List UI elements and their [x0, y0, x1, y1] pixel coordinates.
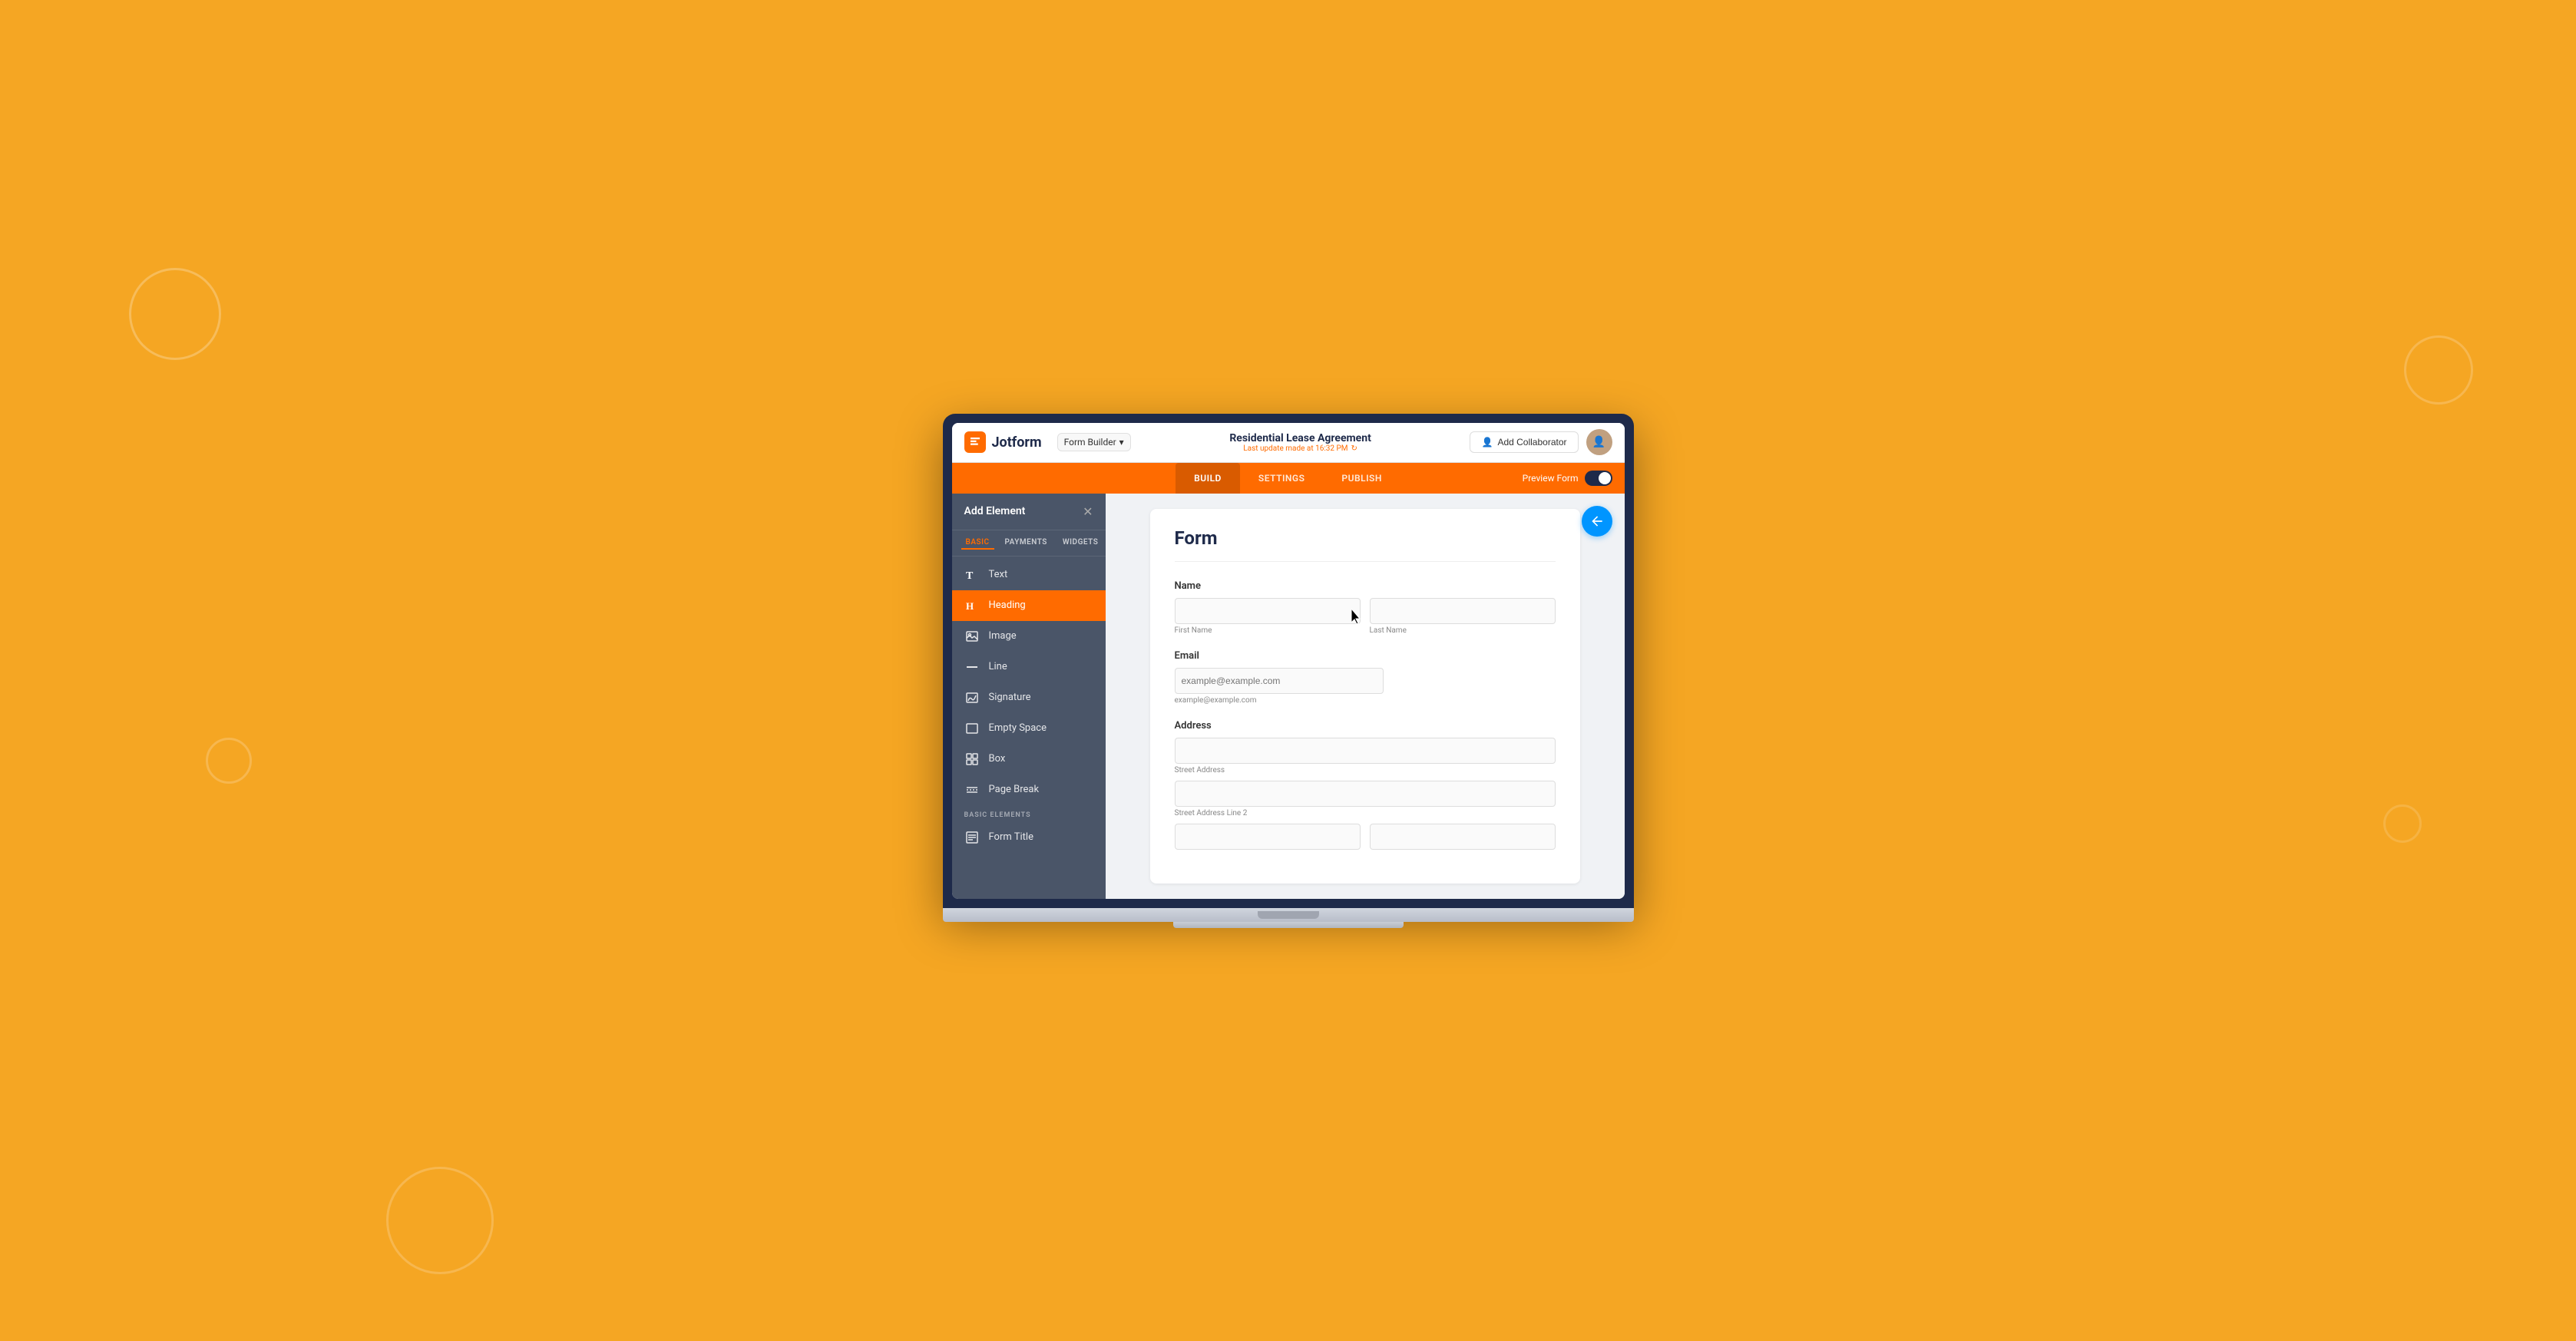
empty-space-icon [964, 721, 980, 736]
form-title-icon [964, 830, 980, 845]
text-icon: T [964, 567, 980, 583]
tab-publish[interactable]: PUBLISH [1323, 463, 1400, 494]
preview-toggle[interactable] [1585, 471, 1612, 486]
heading-label: Heading [989, 599, 1026, 611]
sidebar-item-page-break[interactable]: Page Break [952, 775, 1106, 805]
sidebar-item-form-title[interactable]: Form Title [952, 822, 1106, 853]
form-card: Form Name First Name [1150, 509, 1580, 884]
sidebar-item-empty-space[interactable]: Empty Space [952, 713, 1106, 744]
image-icon [964, 629, 980, 644]
avatar[interactable]: 👤 [1586, 429, 1612, 455]
laptop-base [943, 908, 1634, 922]
sidebar-item-heading[interactable]: H Heading [952, 590, 1106, 621]
sidebar-header: Add Element ✕ [952, 494, 1106, 530]
logo-area: Jotform Form Builder ▾ [964, 431, 1131, 453]
sidebar-items: T Text H Heading [952, 557, 1106, 856]
street-address-hint: Street Address [1175, 766, 1556, 775]
empty-space-label: Empty Space [989, 722, 1047, 734]
email-hint: example@example.com [1175, 696, 1556, 705]
first-name-input[interactable] [1175, 598, 1361, 624]
sidebar-tab-widgets[interactable]: WIDGETS [1058, 537, 1103, 550]
line-icon [964, 659, 980, 675]
navbar-center: Residential Lease Agreement Last update … [1131, 432, 1470, 453]
chevron-down-icon: ▾ [1119, 437, 1124, 448]
user-plus-icon: 👤 [1481, 437, 1493, 448]
first-name-field: First Name [1175, 598, 1361, 635]
preview-form-label: Preview Form [1523, 473, 1579, 484]
street-address-line2-input[interactable] [1175, 781, 1556, 807]
state-input[interactable] [1370, 824, 1556, 850]
sidebar-item-box[interactable]: Box [952, 744, 1106, 775]
box-label: Box [989, 753, 1006, 765]
navbar: Jotform Form Builder ▾ Residential Lease… [952, 423, 1625, 463]
logo-text: Jotform [992, 434, 1042, 451]
jotform-logo-icon [964, 431, 986, 453]
street-address-line2-field: Street Address Line 2 [1175, 781, 1556, 817]
form-canvas: Form Name First Name [1106, 494, 1625, 899]
page-break-icon [964, 782, 980, 798]
svg-text:H: H [966, 600, 974, 612]
address-field-group: Address Street Address Street Address Li… [1175, 720, 1556, 850]
name-row: First Name Last Name [1175, 598, 1556, 635]
form-builder-label: Form Builder [1064, 437, 1116, 448]
state-field [1370, 824, 1556, 850]
back-button[interactable] [1582, 506, 1612, 537]
email-field-group: Email example@example.com [1175, 650, 1556, 705]
page-break-label: Page Break [989, 784, 1040, 795]
sidebar-item-image[interactable]: Image [952, 621, 1106, 652]
street-address-field: Street Address [1175, 738, 1556, 775]
tab-build[interactable]: BUILD [1176, 463, 1240, 494]
form-builder-button[interactable]: Form Builder ▾ [1057, 433, 1131, 451]
close-icon[interactable]: ✕ [1083, 504, 1093, 519]
add-collaborator-button[interactable]: 👤 Add Collaborator [1470, 431, 1578, 453]
city-field [1175, 824, 1361, 850]
address-label: Address [1175, 720, 1556, 732]
first-name-hint: First Name [1175, 626, 1361, 635]
signature-icon [964, 690, 980, 705]
sidebar-item-line[interactable]: Line [952, 652, 1106, 682]
email-label: Email [1175, 650, 1556, 662]
image-label: Image [989, 630, 1017, 642]
sidebar-tabs: BASIC PAYMENTS WIDGETS [952, 530, 1106, 557]
name-label: Name [1175, 580, 1556, 592]
sidebar-item-text[interactable]: T Text [952, 560, 1106, 590]
last-name-hint: Last Name [1370, 626, 1556, 635]
last-update-text: Last update made at 16:32 PM ↻ [1131, 444, 1470, 453]
last-name-input[interactable] [1370, 598, 1556, 624]
line-label: Line [989, 661, 1007, 672]
tab-bar: BUILD SETTINGS PUBLISH Preview Form [952, 463, 1625, 494]
tab-settings[interactable]: SETTINGS [1240, 463, 1324, 494]
sidebar-title: Add Element [964, 505, 1026, 517]
navbar-right: 👤 Add Collaborator 👤 [1470, 429, 1612, 455]
laptop-stand [1173, 922, 1404, 928]
element-sidebar: Add Element ✕ BASIC PAYMENTS WIDGETS T [952, 494, 1106, 899]
section-label-basic: BASIC ELEMENTS [952, 805, 1106, 822]
name-field-group: Name First Name Last Name [1175, 580, 1556, 635]
last-name-field: Last Name [1370, 598, 1556, 635]
refresh-icon: ↻ [1351, 444, 1357, 453]
form-card-title: Form [1175, 527, 1556, 562]
text-label: Text [989, 569, 1008, 580]
form-title-nav: Residential Lease Agreement [1131, 432, 1470, 444]
sidebar-item-signature[interactable]: Signature [952, 682, 1106, 713]
svg-text:T: T [966, 570, 974, 581]
street-address-input[interactable] [1175, 738, 1556, 764]
email-input[interactable] [1175, 668, 1384, 694]
preview-form-area: Preview Form [1523, 471, 1612, 486]
signature-label: Signature [989, 692, 1031, 703]
heading-icon: H [964, 598, 980, 613]
street-address-line2-hint: Street Address Line 2 [1175, 809, 1556, 817]
main-content: Add Element ✕ BASIC PAYMENTS WIDGETS T [952, 494, 1625, 899]
box-icon [964, 751, 980, 767]
sidebar-tab-payments[interactable]: PAYMENTS [1000, 537, 1052, 550]
city-state-row [1175, 824, 1556, 850]
form-title-label: Form Title [989, 831, 1033, 843]
sidebar-tab-basic[interactable]: BASIC [961, 537, 994, 550]
city-input[interactable] [1175, 824, 1361, 850]
laptop-notch [1258, 911, 1319, 919]
